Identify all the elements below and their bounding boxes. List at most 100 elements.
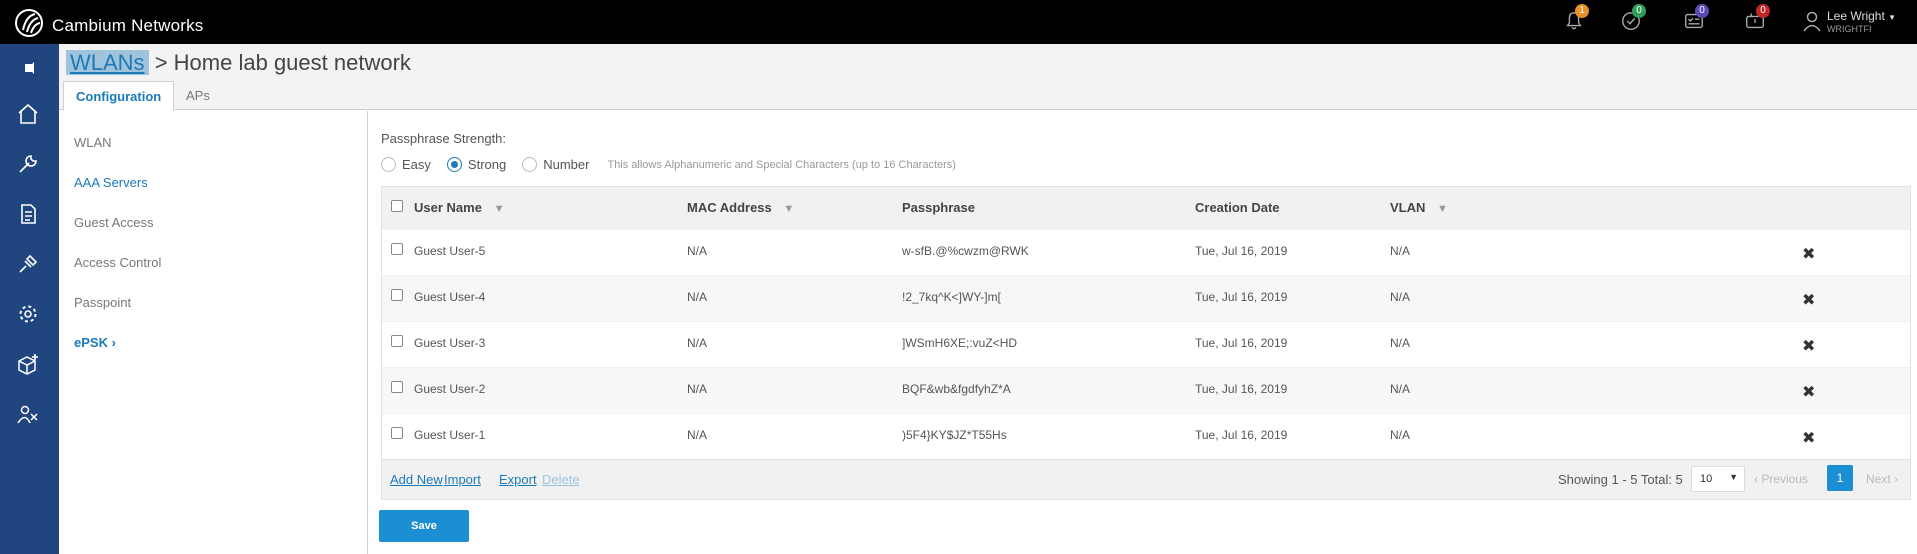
save-button[interactable]: Save	[379, 510, 469, 542]
nav-pin[interactable]	[14, 54, 42, 82]
pin-icon	[20, 62, 34, 74]
table-row[interactable]: Guest User-5 N/A w-sfB.@%cwzm@RWK Tue, J…	[382, 229, 1910, 275]
export-link[interactable]: Export	[499, 472, 537, 487]
row-checkbox[interactable]	[391, 289, 403, 301]
passphrase-strength-options: Easy Strong Number This allows Alphanume…	[381, 157, 956, 172]
notifications-devices[interactable]: 0	[1744, 4, 1770, 36]
delete-row-icon[interactable]: ✖	[1802, 336, 1815, 356]
page-header: WLANs > Home lab guest network Configura…	[59, 44, 1917, 111]
table-row[interactable]: Guest User-3 N/A ]WSmH6XE;:vuZ<HD Tue, J…	[382, 321, 1910, 367]
cell-creation-date: Tue, Jul 16, 2019	[1195, 382, 1288, 396]
radio-number[interactable]	[522, 157, 538, 172]
nav-tools[interactable]	[14, 250, 42, 278]
brand[interactable]: Cambium Networks	[14, 8, 204, 43]
nav-reports[interactable]	[14, 200, 42, 228]
side-item-epsk[interactable]: ePSK ›	[74, 335, 116, 350]
column-label: VLAN	[1390, 200, 1426, 215]
cell-passphrase: w-sfB.@%cwzm@RWK	[902, 244, 1029, 258]
tab-configuration[interactable]: Configuration	[63, 81, 175, 111]
current-page-button[interactable]: 1	[1827, 465, 1853, 491]
cell-passphrase: )5F4}KY$JZ*T55Hs	[902, 428, 1007, 442]
user-menu[interactable]: Lee Wright ▼ WRIGHTFI	[1803, 10, 1896, 35]
delete-row-icon[interactable]: ✖	[1802, 428, 1815, 448]
cell-creation-date: Tue, Jul 16, 2019	[1195, 428, 1288, 442]
nav-settings[interactable]	[14, 300, 42, 328]
epsk-users-table: User Name ▼ MAC Address ▼ Passphrase Cre…	[381, 186, 1911, 500]
wrench-icon	[19, 155, 37, 173]
page-size-select[interactable]: 10 ▼	[1691, 466, 1745, 492]
column-passphrase: Passphrase	[902, 200, 975, 215]
pagination-summary: Showing 1 - 5 Total: 5	[1558, 472, 1683, 487]
notifications-tasks[interactable]: 0	[1683, 4, 1709, 36]
nav-onboarding[interactable]	[14, 350, 42, 378]
gear-icon	[19, 305, 37, 323]
row-checkbox[interactable]	[391, 243, 403, 255]
radio-strong[interactable]	[446, 157, 462, 172]
alert-count-badge: 1	[1575, 4, 1589, 18]
column-label: Passphrase	[902, 200, 975, 215]
next-page-button[interactable]: Next ›	[1866, 472, 1898, 486]
side-item-wlan[interactable]: WLAN	[74, 135, 112, 150]
cell-creation-date: Tue, Jul 16, 2019	[1195, 336, 1288, 350]
notifications-bell[interactable]: 1	[1563, 4, 1589, 36]
top-bar: Cambium Networks 1 0 0 0 Lee Wright ▼ WR…	[0, 0, 1917, 44]
tools-icon	[19, 254, 38, 273]
delete-link[interactable]: Delete	[542, 472, 580, 487]
row-checkbox[interactable]	[391, 335, 403, 347]
previous-page-button[interactable]: ‹ Previous	[1754, 472, 1808, 486]
delete-row-icon[interactable]: ✖	[1802, 290, 1815, 310]
cell-passphrase: BQF&wb&fgdfyhZ*A	[902, 382, 1011, 396]
cell-vlan: N/A	[1390, 290, 1411, 304]
row-checkbox[interactable]	[391, 427, 403, 439]
device-alert-count-badge: 0	[1756, 4, 1770, 18]
side-menu: WLAN AAA Servers Guest Access Access Con…	[59, 111, 368, 554]
select-all-checkbox[interactable]	[391, 200, 403, 212]
page-title: Home lab guest network	[173, 50, 411, 75]
import-link[interactable]: Import	[444, 472, 481, 487]
nav-home[interactable]	[14, 100, 42, 128]
side-item-access-control[interactable]: Access Control	[74, 255, 161, 270]
column-mac-address: MAC Address ▼	[687, 200, 794, 215]
notifications-success[interactable]: 0	[1620, 4, 1646, 36]
add-new-link[interactable]: Add New	[390, 472, 443, 487]
cell-user-name: Guest User-1	[414, 428, 486, 442]
filter-icon[interactable]: ▼	[494, 203, 505, 215]
home-icon	[18, 103, 38, 124]
nav-users[interactable]	[14, 400, 42, 428]
filter-icon[interactable]: ▼	[1437, 203, 1448, 215]
cell-vlan: N/A	[1390, 336, 1411, 350]
cell-mac-address: N/A	[687, 290, 708, 304]
radio-easy[interactable]	[381, 157, 396, 172]
cell-passphrase: !2_7kq^K<]WY-]m[	[902, 290, 1001, 304]
cell-vlan: N/A	[1390, 244, 1411, 258]
nav-configure[interactable]	[14, 150, 42, 178]
passphrase-strength-label: Passphrase Strength:	[381, 131, 507, 146]
breadcrumb-link-wlans[interactable]: WLANs	[66, 50, 149, 75]
user-name: Lee Wright	[1827, 9, 1885, 23]
table-row[interactable]: Guest User-1 N/A )5F4}KY$JZ*T55Hs Tue, J…	[382, 413, 1910, 459]
cell-user-name: Guest User-4	[414, 290, 486, 304]
users-icon	[17, 405, 38, 424]
cambium-logo-icon	[14, 8, 44, 43]
left-nav	[0, 44, 59, 554]
column-vlan: VLAN ▼	[1390, 200, 1448, 215]
side-item-passpoint[interactable]: Passpoint	[74, 295, 131, 310]
user-org: WRIGHTFI	[1827, 24, 1872, 34]
cell-mac-address: N/A	[687, 382, 708, 396]
delete-row-icon[interactable]: ✖	[1802, 382, 1815, 402]
cell-passphrase: ]WSmH6XE;:vuZ<HD	[902, 336, 1018, 350]
table-row[interactable]: Guest User-2 N/A BQF&wb&fgdfyhZ*A Tue, J…	[382, 367, 1910, 413]
cell-vlan: N/A	[1390, 428, 1411, 442]
tab-aps[interactable]: APs	[174, 81, 222, 111]
cell-mac-address: N/A	[687, 336, 708, 350]
cell-creation-date: Tue, Jul 16, 2019	[1195, 290, 1288, 304]
cell-user-name: Guest User-5	[414, 244, 486, 258]
row-checkbox[interactable]	[391, 381, 403, 393]
breadcrumb-separator: >	[154, 50, 168, 75]
radio-easy-label: Easy	[402, 157, 431, 172]
table-row[interactable]: Guest User-4 N/A !2_7kq^K<]WY-]m[ Tue, J…	[382, 275, 1910, 321]
side-item-aaa-servers[interactable]: AAA Servers	[74, 175, 148, 190]
side-item-guest-access[interactable]: Guest Access	[74, 215, 153, 230]
filter-icon[interactable]: ▼	[783, 203, 794, 215]
delete-row-icon[interactable]: ✖	[1802, 244, 1815, 264]
